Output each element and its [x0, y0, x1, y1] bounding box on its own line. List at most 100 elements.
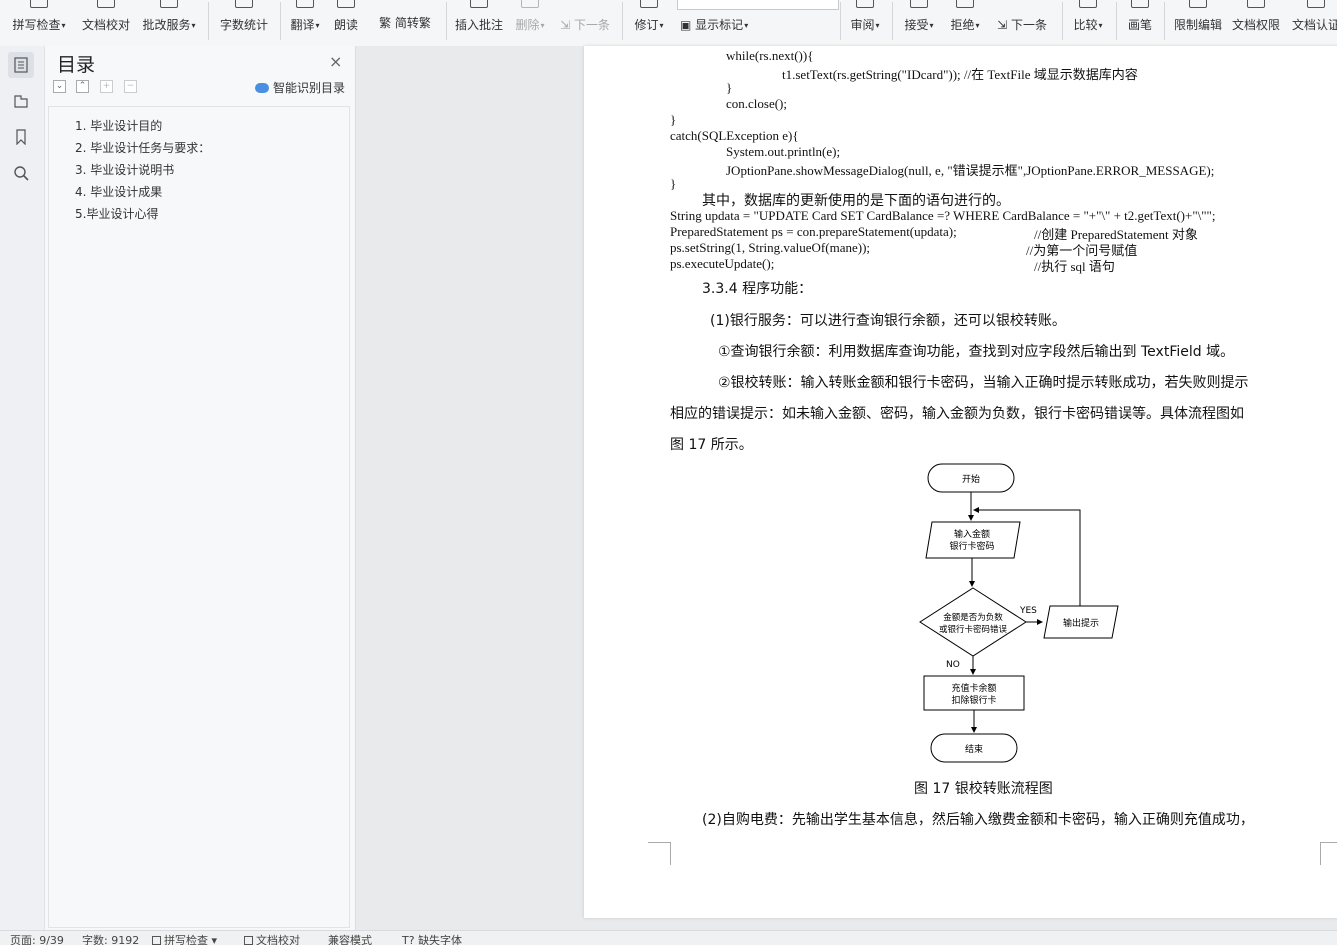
track-changes-icon: [640, 0, 658, 8]
paragraph: ①查询银行余额：利用数据库查询功能，查找到对应字段然后输出到 TextField…: [718, 344, 1235, 360]
word-count-button[interactable]: 字数统计: [216, 0, 272, 46]
code-line: System.out.println(e);: [726, 144, 841, 159]
yes-label: YES: [1019, 606, 1037, 616]
pen-icon: [1131, 0, 1149, 8]
document-page[interactable]: while(rs.next()){ t1.setText(rs.getStrin…: [584, 46, 1337, 918]
paragraph: 其中，数据库的更新使用的是下面的语句进行的。: [702, 193, 1010, 209]
decision-label: 或银行卡密码错误: [939, 624, 1008, 635]
input-label: 银行卡密码: [949, 540, 994, 552]
proofread-status[interactable]: 文档校对: [244, 932, 300, 945]
section-heading: 3.3.4 程序功能：: [702, 281, 813, 297]
code-line: catch(SQLException e){: [670, 128, 799, 143]
document-certification-button[interactable]: 文档认证: [1288, 0, 1337, 46]
toc-item[interactable]: 5.毕业设计心得: [75, 205, 158, 222]
next-comment-button[interactable]: ⇲ 下一条: [555, 0, 615, 46]
document-permission-button[interactable]: 文档权限: [1228, 0, 1284, 46]
chapter-nav-button[interactable]: [8, 88, 34, 114]
delete-comment-button[interactable]: 删除▾: [510, 0, 550, 46]
output-label: 输出提示: [1063, 617, 1099, 629]
paragraph: (2)自购电费：先输出学生基本信息，然后输入缴费金额和卡密码，输入正确则充值成功…: [702, 812, 1254, 828]
search-button[interactable]: [8, 160, 34, 186]
search-icon: [14, 166, 29, 181]
close-icon[interactable]: ×: [329, 52, 342, 71]
input-parallelogram: [925, 521, 1021, 559]
toc-item[interactable]: 3. 毕业设计说明书: [75, 161, 174, 178]
page-indicator[interactable]: 页面: 9/39: [10, 932, 64, 945]
remove-heading-icon[interactable]: −: [124, 80, 137, 93]
page-margin-mark: [1320, 842, 1337, 865]
code-line: con.close();: [726, 96, 788, 111]
accept-icon: [910, 0, 928, 8]
figure-caption: 图 17 银校转账流程图: [914, 781, 1053, 797]
code-line: }: [670, 176, 677, 191]
reject-button[interactable]: 拒绝▾: [946, 0, 984, 46]
code-line: ps.setString(1, String.valueOf(mane));: [670, 240, 871, 255]
next-change-button[interactable]: ⇲ 下一条: [992, 0, 1052, 46]
word-count-indicator[interactable]: 字数: 9192: [82, 932, 139, 945]
process-label: 扣除银行卡: [951, 694, 996, 706]
no-label: NO: [946, 660, 960, 670]
insert-comment-button[interactable]: 插入批注: [452, 0, 506, 46]
permission-icon: [1247, 0, 1265, 8]
show-markup-icon: ▣: [680, 18, 692, 32]
simplified-to-traditional-button[interactable]: 繁 简转繁: [370, 0, 440, 46]
pen-button[interactable]: 画笔: [1122, 0, 1158, 46]
reject-icon: [956, 0, 974, 8]
accept-button[interactable]: 接受▾: [900, 0, 938, 46]
paragraph: 相应的错误提示：如未输入金额、密码，输入金额为负数，银行卡密码错误等。具体流程图…: [670, 406, 1244, 422]
compare-button[interactable]: 比较▾: [1068, 0, 1108, 46]
code-comment: //执行 sql 语句: [1034, 259, 1115, 274]
code-line: t1.setText(rs.getString("IDcard")); //在 …: [782, 67, 1138, 82]
delete-comment-icon: [521, 0, 539, 8]
expand-up-icon[interactable]: ⌃: [76, 80, 89, 93]
decision-label: 金额是否为负数: [943, 612, 1003, 623]
toc-item[interactable]: 2. 毕业设计任务与要求：: [75, 139, 210, 156]
read-aloud-button[interactable]: 朗读: [330, 0, 362, 46]
smart-toc-icon: [255, 83, 269, 93]
spell-check-button[interactable]: 拼写检查▾: [8, 0, 70, 46]
toc-icon: [14, 57, 28, 73]
correction-icon: [160, 0, 178, 8]
convert-icon: 繁: [379, 16, 392, 30]
collapse-all-icon[interactable]: ⌄: [53, 80, 66, 93]
process-label: 充值卡余额: [951, 682, 996, 694]
proofread-icon: [97, 0, 115, 8]
document-area: while(rs.next()){ t1.setText(rs.getStrin…: [356, 46, 1337, 930]
toc-list: 1. 毕业设计目的 2. 毕业设计任务与要求： 3. 毕业设计说明书 4. 毕业…: [48, 106, 350, 928]
toc-panel: 目录 × ⌄ ⌃ + − 智能识别目录 1. 毕业设计目的 2. 毕业设计任务与…: [45, 46, 356, 930]
correction-service-button[interactable]: 批改服务▾: [138, 0, 200, 46]
chapter-icon: [14, 95, 28, 108]
code-line: ps.executeUpdate();: [670, 256, 775, 271]
review-button[interactable]: 审阅▾: [846, 0, 884, 46]
spell-check-icon: [30, 0, 48, 8]
toc-title: 目录: [57, 54, 96, 76]
spell-check-status[interactable]: 拼写检查 ▾: [152, 932, 217, 945]
flowchart: 开始 输入金额 银行卡密码 金额是否为负数 或银行卡密码错误 YES 输出提示 …: [919, 463, 1119, 763]
bookmark-icon: [16, 129, 26, 145]
code-line: JOptionPane.showMessageDialog(null, e, "…: [726, 163, 1215, 178]
toc-item[interactable]: 1. 毕业设计目的: [75, 117, 162, 134]
proofread-button[interactable]: 文档校对: [78, 0, 134, 46]
word-count-icon: [235, 0, 253, 8]
missing-font-button[interactable]: T? 缺失字体: [402, 932, 462, 945]
track-changes-button[interactable]: 修订▾: [630, 0, 668, 46]
page-margin-mark: [648, 842, 671, 865]
paragraph: ②银校转账：输入转账金额和银行卡密码，当输入正确时提示转账成功，若失败则提示: [718, 375, 1249, 391]
status-bar: 页面: 9/39 字数: 9192 拼写检查 ▾ 文档校对 兼容模式 T? 缺失…: [0, 930, 1337, 945]
next-change-icon: ⇲: [997, 18, 1008, 32]
toc-item[interactable]: 4. 毕业设计成果: [75, 183, 162, 200]
review-icon: [856, 0, 874, 8]
restrict-editing-button[interactable]: 限制编辑: [1170, 0, 1226, 46]
code-line: while(rs.next()){: [726, 48, 814, 63]
input-label: 输入金额: [954, 528, 990, 540]
smart-toc-button[interactable]: 智能识别目录: [255, 79, 345, 96]
translate-button[interactable]: 翻译▾: [286, 0, 324, 46]
add-heading-icon[interactable]: +: [100, 80, 113, 93]
bookmark-button[interactable]: [8, 124, 34, 150]
comment-icon: [470, 0, 488, 8]
paragraph: (1)银行服务：可以进行查询银行余额，还可以银校转账。: [710, 313, 1066, 329]
code-line: }: [670, 112, 677, 127]
toc-panel-button[interactable]: [8, 52, 34, 78]
code-line: }: [726, 80, 733, 95]
show-markup-button[interactable]: ▣ 显示标记▾: [680, 0, 760, 46]
